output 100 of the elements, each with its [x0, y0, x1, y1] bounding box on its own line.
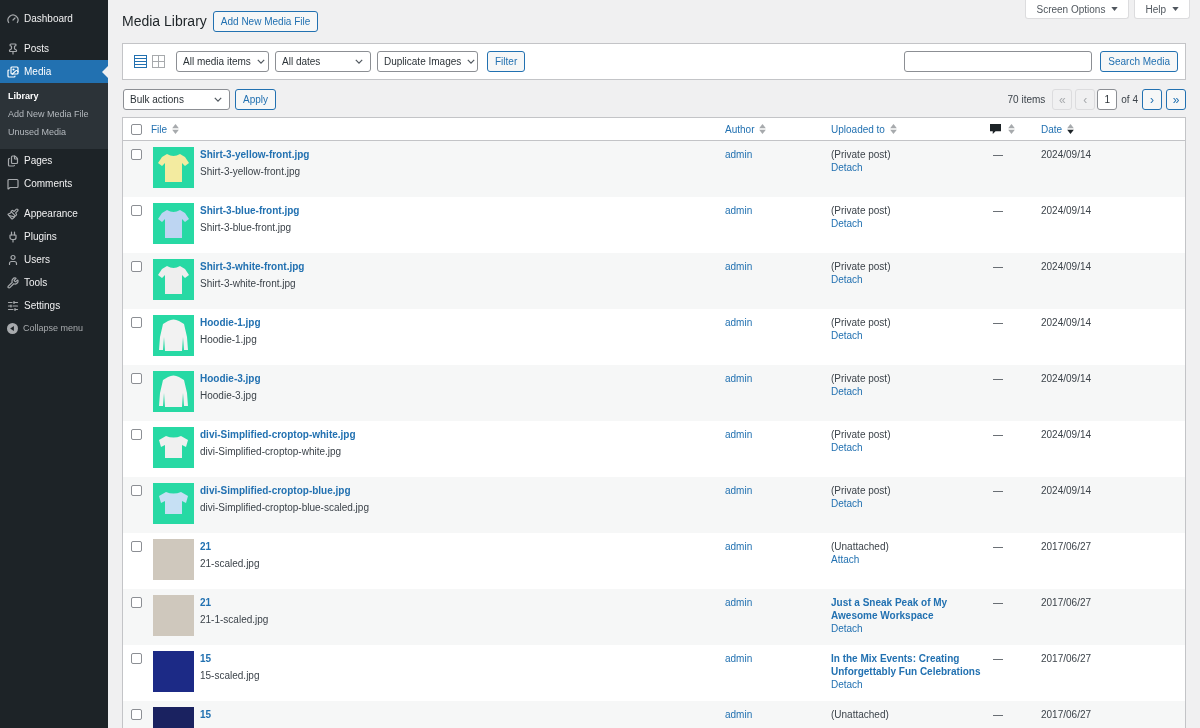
bulk-actions-dropdown[interactable]: Bulk actions [123, 89, 230, 110]
column-header-link[interactable]: File [151, 121, 180, 137]
filter-dropdown[interactable]: All media items [176, 51, 269, 72]
sidebar-menu-item[interactable]: Posts [0, 37, 108, 60]
sidebar-menu-item[interactable]: Users [0, 248, 108, 271]
user-name-link[interactable]: admin [725, 709, 753, 720]
chevron-down-icon [355, 59, 363, 64]
row-checkbox[interactable] [131, 709, 142, 720]
file-title-link[interactable]: 21 [200, 596, 269, 609]
sidebar-menu-item[interactable]: Media [0, 60, 108, 83]
attachment-action-link[interactable]: Detach [831, 217, 863, 230]
file-name: 15-scaled.jpg [200, 669, 260, 682]
user-icon [7, 253, 19, 266]
comment-count: — [993, 485, 1003, 496]
file-title-link[interactable]: Hoodie-3.jpg [200, 372, 261, 385]
sidebar-menu-item[interactable]: Comments [0, 172, 108, 195]
row-checkbox[interactable] [131, 485, 142, 496]
comment-count: — [993, 205, 1003, 216]
comment-count: — [993, 317, 1003, 328]
file-title-link[interactable]: divi-Simplified-croptop-white.jpg [200, 428, 356, 441]
attachment-status: (Private post) [831, 372, 891, 385]
grid-view-icon[interactable] [152, 55, 165, 68]
row-checkbox[interactable] [131, 541, 142, 552]
search-field[interactable] [904, 51, 1093, 72]
row-checkbox[interactable] [131, 653, 142, 664]
submenu-item[interactable]: Library [0, 88, 108, 106]
filter-dropdown[interactable]: Duplicate Images [377, 51, 478, 72]
file-title-link[interactable]: Hoodie-1.jpg [200, 316, 261, 329]
row-checkbox[interactable] [131, 597, 142, 608]
attachment-action-link[interactable]: Detach [831, 161, 863, 174]
upload-date: 2024/09/14 [1041, 317, 1092, 328]
file-title-link[interactable]: Shirt-3-yellow-front.jpg [200, 148, 310, 161]
add-new-button[interactable]: Add New Media File [212, 11, 319, 32]
file-title-link[interactable]: Shirt-3-blue-front.jpg [200, 204, 300, 217]
attachment-action-link[interactable]: Detach [831, 329, 863, 342]
sidebar-menu-item[interactable]: Pages [0, 149, 108, 172]
comment-count: — [993, 373, 1003, 384]
search-button[interactable]: Search Media [1100, 51, 1178, 72]
submenu-item[interactable]: Add New Media File [0, 106, 108, 124]
attachment-action-link[interactable]: Detach [831, 622, 863, 635]
file-name: 21-1-scaled.jpg [200, 613, 269, 626]
comments-sort-link[interactable] [990, 123, 1015, 135]
pagination-button[interactable]: › [1142, 89, 1162, 110]
file-title-link[interactable]: 21 [200, 540, 260, 553]
row-checkbox[interactable] [131, 317, 142, 328]
user-name-link[interactable]: admin [725, 653, 753, 664]
row-checkbox[interactable] [131, 205, 142, 216]
filter-dropdown[interactable]: All dates [275, 51, 371, 72]
attachment-action-link[interactable]: Detach [831, 441, 863, 454]
file-title-link[interactable]: divi-Simplified-croptop-blue.jpg [200, 484, 369, 497]
attachment-status: (Private post) [831, 204, 891, 217]
column-header-link[interactable]: Author [725, 121, 767, 137]
apply-button[interactable]: Apply [235, 89, 276, 110]
file-title-link[interactable]: 15 [200, 708, 212, 721]
user-name-link[interactable]: admin [725, 485, 753, 496]
sidebar-menu-item[interactable]: Appearance [0, 202, 108, 225]
user-name-link[interactable]: admin [725, 149, 753, 160]
list-view-icon[interactable] [134, 55, 147, 68]
row-checkbox[interactable] [131, 373, 142, 384]
user-name-link[interactable]: admin [725, 597, 753, 608]
upload-date: 2017/06/27 [1041, 597, 1092, 608]
file-title-link[interactable]: 15 [200, 652, 260, 665]
row-checkbox[interactable] [131, 429, 142, 440]
row-checkbox[interactable] [131, 149, 142, 160]
sidebar-menu-item[interactable]: Tools [0, 271, 108, 294]
file-name: Shirt-3-yellow-front.jpg [200, 165, 302, 178]
attachment-status: (Unattached) [831, 708, 889, 721]
column-header-link[interactable]: Date [1041, 121, 1075, 137]
user-name-link[interactable]: admin [725, 429, 753, 440]
paintbrush-icon [7, 207, 19, 220]
attachment-status: (Private post) [831, 484, 891, 497]
sidebar-menu-item[interactable]: Plugins [0, 225, 108, 248]
page-number-field[interactable]: 1 [1097, 89, 1118, 110]
filter-button[interactable]: Filter [487, 51, 526, 72]
user-name-link[interactable]: admin [725, 373, 753, 384]
pushpin-icon [7, 42, 19, 55]
page-total: of 4 [1121, 93, 1138, 107]
screen-meta-tab[interactable]: Help [1134, 0, 1190, 19]
file-title-link[interactable]: Shirt-3-white-front.jpg [200, 260, 305, 273]
attachment-action-link[interactable]: Detach [831, 273, 863, 286]
sidebar-menu-item[interactable]: Dashboard [0, 7, 108, 30]
parent-post-link[interactable]: In the Mix Events: Creating Unforgettably Fun Celebrations [831, 652, 985, 678]
select-all-checkbox[interactable] [131, 123, 142, 135]
screen-meta-tab[interactable]: Screen Options [1025, 0, 1130, 19]
submenu-item[interactable]: Unused Media [0, 124, 108, 142]
row-checkbox[interactable] [131, 261, 142, 272]
user-name-link[interactable]: admin [725, 205, 753, 216]
user-name-link[interactable]: admin [725, 261, 753, 272]
user-name-link[interactable]: admin [725, 541, 753, 552]
images-icon [7, 65, 19, 78]
attachment-action-link[interactable]: Detach [831, 678, 863, 691]
parent-post-link[interactable]: Just a Sneak Peak of My Awesome Workspace [831, 596, 985, 622]
attachment-action-link[interactable]: Detach [831, 497, 863, 510]
pagination-button[interactable]: » [1166, 89, 1186, 110]
sidebar-menu-item[interactable]: Settings [0, 294, 108, 317]
collapse-menu-button[interactable]: Collapse menu [0, 317, 108, 340]
attachment-action-link[interactable]: Attach [831, 553, 860, 566]
attachment-action-link[interactable]: Detach [831, 385, 863, 398]
column-header-link[interactable]: Uploaded to [831, 121, 897, 137]
user-name-link[interactable]: admin [725, 317, 753, 328]
